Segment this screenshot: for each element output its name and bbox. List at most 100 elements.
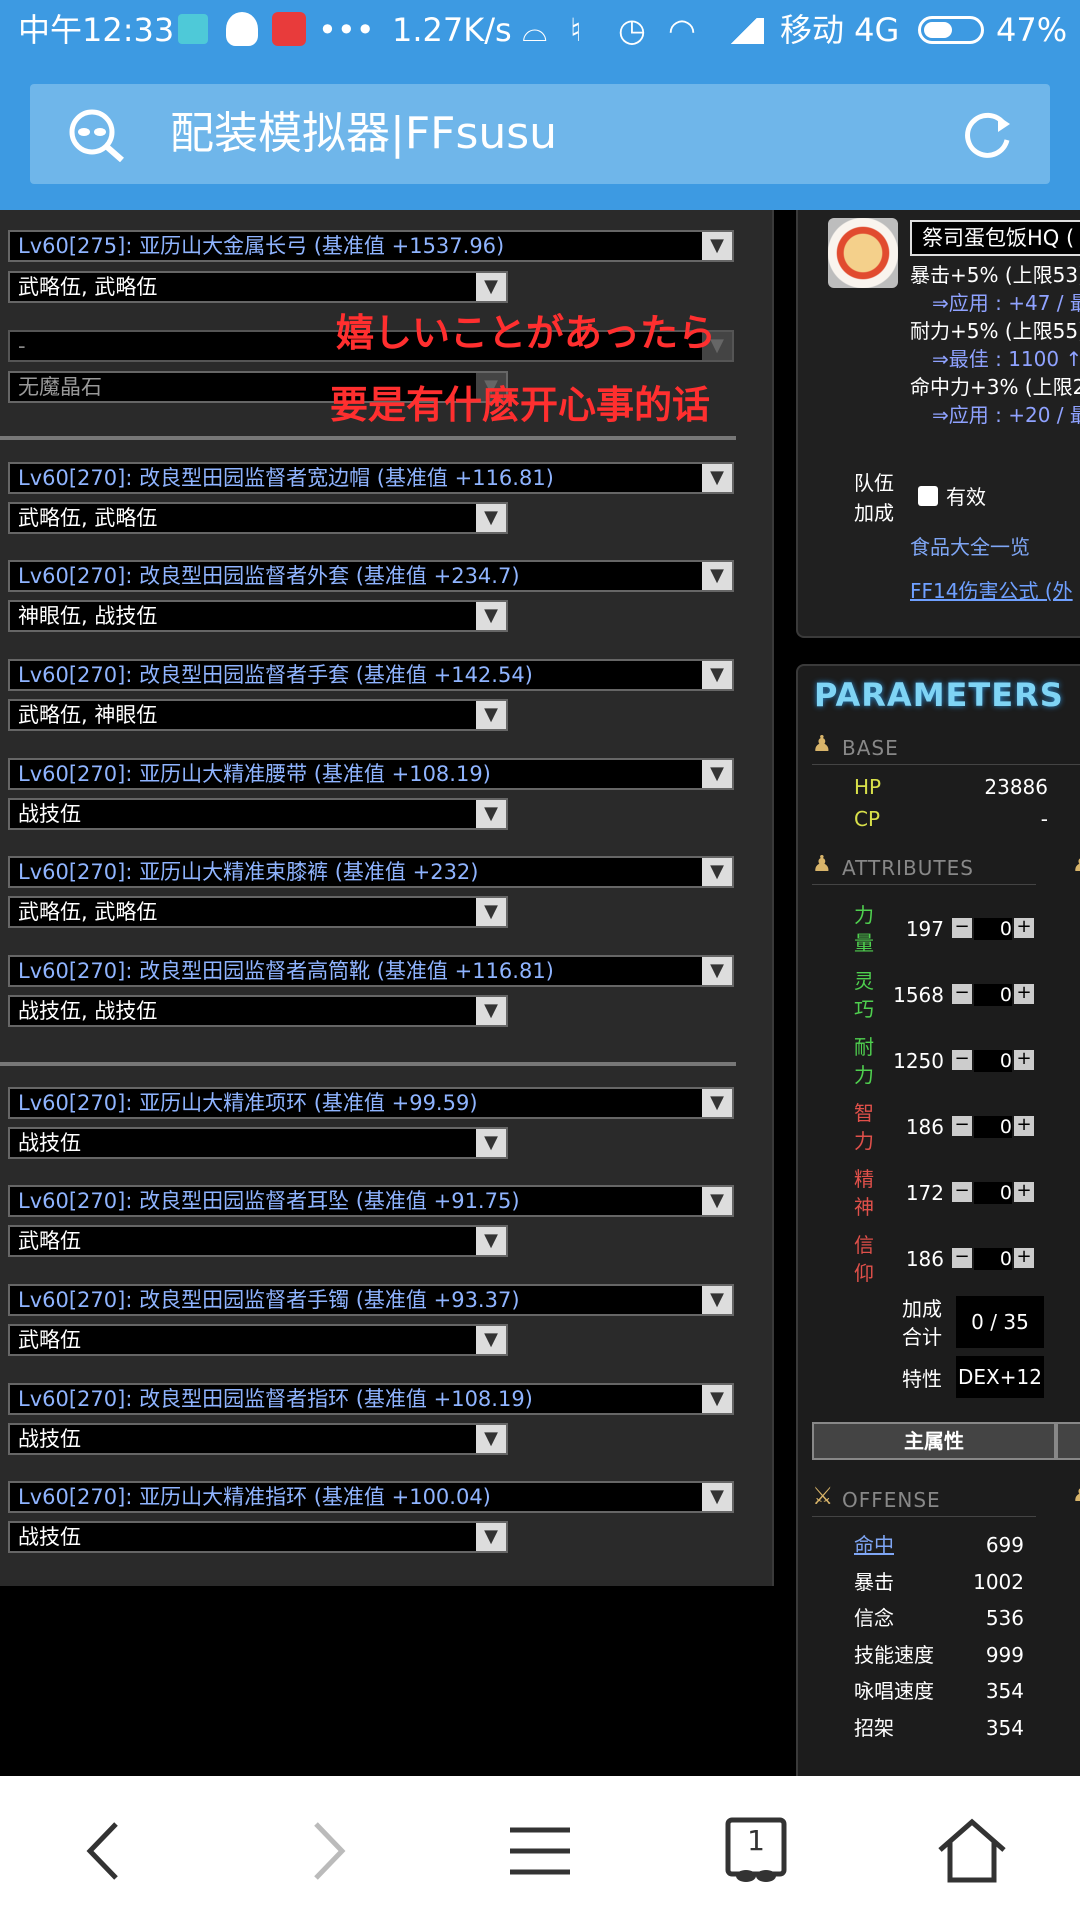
materia-select-waist[interactable]: 战技伍 ▼ bbox=[8, 798, 508, 830]
plus-button[interactable]: + bbox=[1014, 1116, 1034, 1136]
refresh-icon[interactable] bbox=[960, 110, 1014, 164]
attribute-label: 精 bbox=[854, 1167, 874, 1191]
materia-select-weapon[interactable]: 武略伍, 武略伍 ▼ bbox=[8, 271, 508, 303]
gear-select-hands[interactable]: Lv60[270]: 改良型田园监督者手套 (基准值 +142.54) ▼ bbox=[8, 659, 734, 691]
damage-formula-link[interactable]: FF14伤害公式 (外 bbox=[910, 578, 1073, 604]
materia-select-neck[interactable]: 战技伍 ▼ bbox=[8, 1127, 508, 1159]
food-list-link[interactable]: 食品大全一览 bbox=[910, 534, 1030, 560]
materia-select-legs[interactable]: 武略伍, 武略伍 ▼ bbox=[8, 896, 508, 928]
attribute-stepper[interactable]: −0 + bbox=[952, 1182, 1034, 1204]
back-icon[interactable] bbox=[66, 1816, 146, 1886]
attribute-value: 1250 bbox=[893, 1049, 944, 1073]
attribute-stepper[interactable]: −0 + bbox=[952, 984, 1034, 1006]
gear-select-head[interactable]: Lv60[270]: 改良型田园监督者宽边帽 (基准值 +116.81) ▼ bbox=[8, 462, 734, 494]
materia-select-head[interactable]: 武略伍, 武略伍 ▼ bbox=[8, 502, 508, 534]
forward-icon[interactable] bbox=[286, 1816, 366, 1886]
chevron-down-icon: ▼ bbox=[476, 1523, 506, 1551]
party-bonus-checkbox-label: 有效 bbox=[946, 485, 986, 509]
secondary-attribute-tab[interactable] bbox=[1056, 1422, 1080, 1460]
chevron-down-icon: ▼ bbox=[702, 1286, 732, 1314]
chevron-down-icon: ▼ bbox=[702, 1187, 732, 1215]
minus-button[interactable]: − bbox=[952, 1248, 972, 1268]
offense-stat-value: 999 bbox=[985, 1642, 1024, 1667]
food-image bbox=[828, 218, 898, 288]
food-stat-3: 命中力+3% (上限2 bbox=[910, 375, 1080, 399]
attribute-label: 信 bbox=[854, 1233, 874, 1257]
chevron-down-icon: ▼ bbox=[476, 1326, 506, 1354]
materia-select-body[interactable]: 神眼伍, 战技伍 ▼ bbox=[8, 600, 508, 632]
minus-button[interactable]: − bbox=[952, 1182, 972, 1202]
materia-select-wrists[interactable]: 武略伍 ▼ bbox=[8, 1324, 508, 1356]
attribute-label: 力 bbox=[854, 903, 874, 927]
gear-select-ring-2[interactable]: Lv60[270]: 亚历山大精准指环 (基准值 +100.04) ▼ bbox=[8, 1481, 734, 1513]
attribute-stepper[interactable]: −0 + bbox=[952, 1050, 1034, 1072]
attribute-stepper[interactable]: −0 + bbox=[952, 918, 1034, 940]
attribute-stepper[interactable]: −0 + bbox=[952, 1248, 1034, 1270]
gear-select-ears[interactable]: Lv60[270]: 改良型田园监督者耳坠 (基准值 +91.75) ▼ bbox=[8, 1185, 734, 1217]
main-attribute-tab[interactable]: 主属性 bbox=[812, 1422, 1056, 1460]
materia-select-ring-2[interactable]: 战技伍 ▼ bbox=[8, 1521, 508, 1553]
gear-select-weapon[interactable]: Lv60[275]: 亚历山大金属长弓 (基准值 +1537.96) ▼ bbox=[8, 230, 734, 262]
carrier-label: 移动 4G bbox=[780, 11, 900, 49]
home-icon[interactable] bbox=[932, 1816, 1012, 1886]
offense-stat-label: 咏唱速度 bbox=[854, 1679, 934, 1703]
attribute-stepper[interactable]: −0 + bbox=[952, 1116, 1034, 1138]
attribute-label: 仰 bbox=[854, 1261, 874, 1285]
materia-select-hands[interactable]: 武略伍, 神眼伍 ▼ bbox=[8, 699, 508, 731]
gear-select-legs[interactable]: Lv60[270]: 亚历山大精准束膝裤 (基准值 +232) ▼ bbox=[8, 856, 734, 888]
materia-select-ring-1[interactable]: 战技伍 ▼ bbox=[8, 1423, 508, 1455]
plus-button[interactable]: + bbox=[1014, 1248, 1034, 1268]
tabs-button[interactable]: 1 bbox=[716, 1816, 796, 1886]
cp-value: - bbox=[1040, 807, 1048, 831]
minus-button[interactable]: − bbox=[952, 984, 972, 1004]
attribute-label: 灵 bbox=[854, 969, 874, 993]
chevron-down-icon: ▼ bbox=[702, 562, 732, 590]
offense-stat-label[interactable]: 命中 bbox=[854, 1532, 894, 1558]
chevron-down-icon: ▼ bbox=[702, 232, 732, 260]
url-bar[interactable]: 配装模拟器|FFsusu bbox=[30, 84, 1050, 184]
chevron-down-icon: ▼ bbox=[702, 858, 732, 886]
offense-stat-value: 536 bbox=[985, 1606, 1024, 1630]
stepper-value[interactable]: 0 bbox=[974, 1182, 1012, 1204]
gear-select-wrists[interactable]: Lv60[270]: 改良型田园监督者手镯 (基准值 +93.37) ▼ bbox=[8, 1284, 734, 1316]
status-time: 中午12:33 bbox=[18, 11, 175, 49]
section-divider bbox=[0, 436, 736, 440]
materia-select-feet[interactable]: 战技伍, 战技伍 ▼ bbox=[8, 995, 508, 1027]
menu-icon[interactable] bbox=[500, 1816, 580, 1886]
attribute-label: 力 bbox=[854, 1063, 874, 1087]
stepper-value[interactable]: 0 bbox=[974, 1116, 1012, 1138]
gear-select-waist[interactable]: Lv60[270]: 亚历山大精准腰带 (基准值 +108.19) ▼ bbox=[8, 758, 734, 790]
stepper-value[interactable]: 0 bbox=[974, 1050, 1012, 1072]
plus-button[interactable]: + bbox=[1014, 984, 1034, 1004]
bonus-total-label-2: 合计 bbox=[902, 1325, 942, 1349]
chevron-down-icon: ▼ bbox=[476, 701, 506, 729]
tab-count: 1 bbox=[747, 1824, 765, 1857]
plus-button[interactable]: + bbox=[1014, 918, 1034, 938]
bonus-total-value: 0 / 35 bbox=[956, 1296, 1044, 1348]
stepper-value[interactable]: 0 bbox=[974, 918, 1012, 940]
materia-select-ears[interactable]: 武略伍 ▼ bbox=[8, 1225, 508, 1257]
gear-select-body[interactable]: Lv60[270]: 改良型田园监督者外套 (基准值 +234.7) ▼ bbox=[8, 560, 734, 592]
trait-value: DEX+12 bbox=[956, 1356, 1044, 1398]
section-divider bbox=[812, 1516, 1036, 1517]
attribute-label: 巧 bbox=[854, 997, 874, 1021]
offense-stat-value: 699 bbox=[985, 1533, 1024, 1557]
section-divider bbox=[0, 1062, 736, 1066]
food-panel: 祭司蛋包饭HQ ( 暴击+5% (上限53) ⇒应用 : +47 / 最 耐力+… bbox=[796, 210, 1080, 638]
gear-select-neck[interactable]: Lv60[270]: 亚历山大精准项环 (基准值 +99.59) ▼ bbox=[8, 1087, 734, 1119]
food-select[interactable]: 祭司蛋包饭HQ ( bbox=[910, 220, 1080, 256]
plus-button[interactable]: + bbox=[1014, 1050, 1034, 1070]
chevron-down-icon: ▼ bbox=[476, 1227, 506, 1255]
plus-button[interactable]: + bbox=[1014, 1182, 1034, 1202]
party-bonus-checkbox[interactable] bbox=[918, 486, 938, 506]
gear-select-ring-1[interactable]: Lv60[270]: 改良型田园监督者指环 (基准值 +108.19) ▼ bbox=[8, 1383, 734, 1415]
food-stat-2-best: ⇒最佳 : 1100 ↑ bbox=[932, 347, 1080, 371]
minus-button[interactable]: − bbox=[952, 918, 972, 938]
minus-button[interactable]: − bbox=[952, 1050, 972, 1070]
stepper-value[interactable]: 0 bbox=[974, 1248, 1012, 1270]
flask-icon: ♟ bbox=[812, 852, 832, 877]
minus-button[interactable]: − bbox=[952, 1116, 972, 1136]
stepper-value[interactable]: 0 bbox=[974, 984, 1012, 1006]
overlay-caption-1: 嬉しいことがあったら bbox=[336, 311, 717, 355]
gear-select-feet[interactable]: Lv60[270]: 改良型田园监督者高筒靴 (基准值 +116.81) ▼ bbox=[8, 955, 734, 987]
